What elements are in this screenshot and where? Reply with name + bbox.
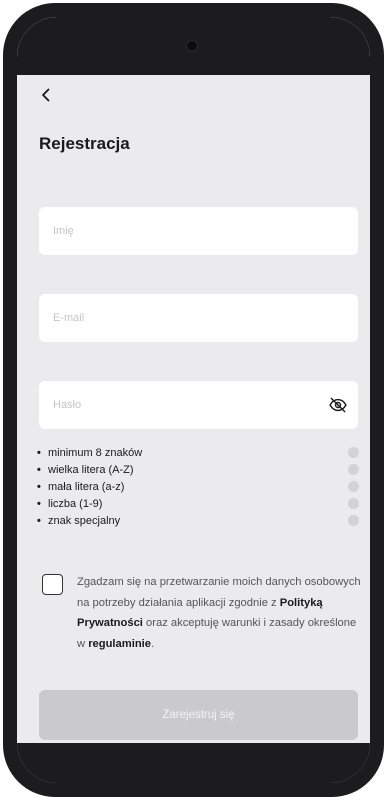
chevron-left-icon	[42, 88, 50, 102]
consent-text: Zgadzam się na przetwarzanie moich danyc…	[77, 572, 362, 654]
requirement-item: • znak specjalny	[37, 512, 359, 529]
requirement-status-icon	[348, 447, 359, 458]
bottom-bezel	[17, 743, 370, 783]
phone-frame: Rejestracja • minimum 8 znaków • wiel	[3, 3, 384, 797]
email-field[interactable]	[39, 294, 358, 342]
bullet: •	[37, 497, 41, 510]
camera-icon	[186, 40, 198, 52]
consent-checkbox[interactable]	[42, 574, 63, 595]
requirement-item: • mała litera (a-z)	[37, 478, 359, 495]
bullet: •	[37, 446, 41, 459]
eye-off-icon[interactable]	[328, 395, 348, 415]
bullet: •	[37, 480, 41, 493]
password-input[interactable]	[39, 381, 358, 429]
terms-link[interactable]: regulaminie	[88, 638, 151, 650]
requirement-item: • wielka litera (A-Z)	[37, 461, 359, 478]
requirement-item: • minimum 8 znaków	[37, 444, 359, 461]
register-button[interactable]: Zarejestruj się	[39, 690, 358, 740]
name-field[interactable]	[39, 207, 358, 255]
requirement-status-icon	[348, 464, 359, 475]
app-screen: Rejestracja • minimum 8 znaków • wiel	[17, 17, 370, 783]
name-input[interactable]	[39, 207, 358, 255]
bullet: •	[37, 463, 41, 476]
password-field[interactable]	[39, 381, 358, 429]
consent-text-part: .	[150, 637, 155, 650]
requirement-item: • liczba (1-9)	[37, 495, 359, 512]
page-title: Rejestracja	[39, 134, 130, 153]
requirement-label: mała litera (a-z)	[48, 480, 125, 493]
password-requirements: • minimum 8 znaków • wielka litera (A-Z)…	[37, 444, 359, 529]
requirement-label: znak specjalny	[48, 514, 121, 527]
top-bezel	[17, 17, 370, 75]
requirement-status-icon	[348, 481, 359, 492]
email-input[interactable]	[39, 294, 358, 342]
requirement-status-icon	[348, 515, 359, 526]
back-button[interactable]	[35, 83, 57, 107]
requirement-status-icon	[348, 498, 359, 509]
requirement-label: wielka litera (A-Z)	[48, 463, 134, 476]
requirement-label: minimum 8 znaków	[48, 446, 143, 459]
requirement-label: liczba (1-9)	[48, 497, 103, 510]
bullet: •	[37, 514, 41, 527]
